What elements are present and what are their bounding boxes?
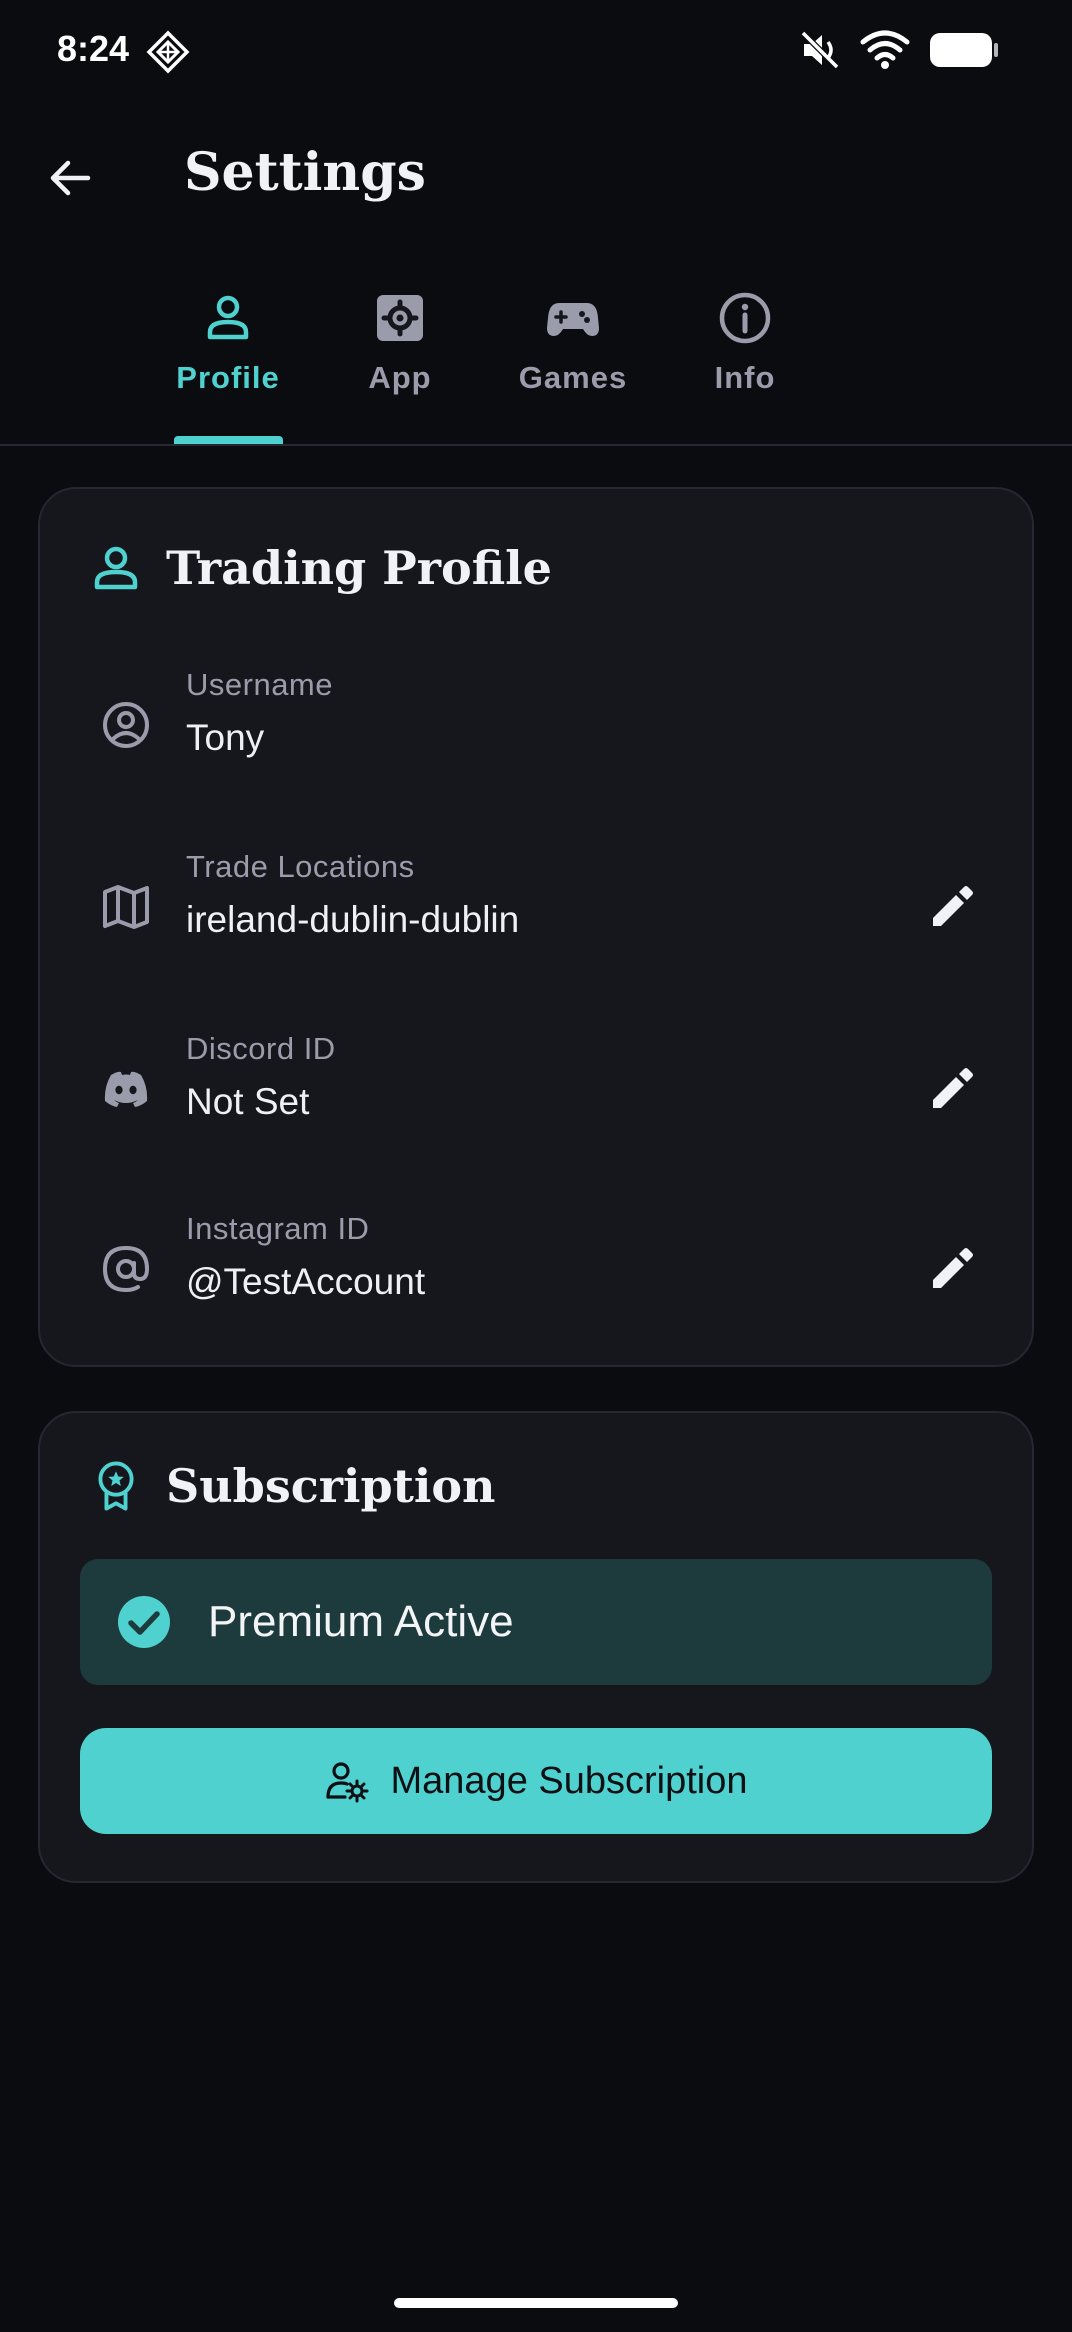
arrow-left-icon [50,160,91,196]
pencil-icon [933,1248,973,1288]
field-label: Username [186,667,333,702]
page-title: Settings [184,142,426,203]
map-icon [103,885,149,929]
tab-app[interactable]: App [325,290,475,446]
wifi-icon [860,30,910,69]
status-bar: 8:24 [0,0,1072,100]
subscription-card: Subscription Premium Active Manage Subsc… [38,1411,1034,1883]
edit-discord-id-button[interactable] [920,1057,984,1121]
app-header: Settings [0,120,1072,240]
mute-icon [800,30,840,70]
status-icons [798,28,1000,72]
gamepad-icon [547,303,599,336]
active-tab-indicator [174,436,283,444]
field-label: Instagram ID [186,1211,370,1246]
settings-screen: 8:24 Settings Profile App Games Info Tra… [0,0,1072,2332]
status-time: 8:24 [57,28,130,69]
account-circle-icon [103,702,149,748]
award-badge-icon [98,1461,134,1511]
person-icon [94,546,138,590]
tab-games[interactable]: Games [498,290,648,446]
tab-label: App [368,360,432,395]
pencil-icon [933,1068,973,1108]
trade-locations-value: ireland-dublin-dublin [186,899,520,940]
card-header: Trading Profile [90,541,552,595]
trading-profile-card: Trading Profile Username Tony Trade Loca… [38,487,1034,1367]
battery-icon [930,33,998,67]
username-row: Username Tony [40,659,1036,789]
instagram-id-row: Instagram ID @TestAccount [40,1203,1036,1333]
discord-icon [104,1071,148,1107]
tab-label: Info [714,360,776,395]
settings-tabs: Profile App Games Info [0,290,1072,446]
home-indicator[interactable] [394,2298,678,2308]
discord-id-value: Not Set [186,1081,310,1122]
field-label: Discord ID [186,1031,336,1066]
edit-instagram-id-button[interactable] [920,1237,984,1301]
person-icon [207,295,249,340]
field-label: Trade Locations [186,849,415,884]
back-button[interactable] [40,148,100,208]
at-sign-icon [102,1245,150,1293]
card-title: Subscription [166,1459,496,1513]
tab-label: Profile [176,360,280,395]
pencil-icon [933,886,973,926]
edit-trade-locations-button[interactable] [920,875,984,939]
premium-status-banner: Premium Active [80,1559,992,1685]
settings-box-icon [377,295,423,341]
manage-subscription-button[interactable]: Manage Subscription [80,1728,992,1834]
trade-locations-row: Trade Locations ireland-dublin-dublin [40,841,1036,971]
card-title: Trading Profile [166,541,552,595]
manage-subscription-label: Manage Subscription [390,1759,748,1802]
instagram-id-value: @TestAccount [186,1261,426,1302]
tab-profile[interactable]: Profile [153,290,303,446]
card-header: Subscription [90,1459,495,1513]
tab-label: Games [518,360,628,395]
username-value: Tony [186,717,265,758]
info-icon [719,292,771,344]
premium-status-text: Premium Active [208,1597,514,1646]
check-circle-icon [118,1596,170,1648]
tab-info[interactable]: Info [670,290,820,446]
app-notification-icon [146,30,190,74]
user-settings-icon [325,1762,368,1803]
discord-id-row: Discord ID Not Set [40,1023,1036,1153]
